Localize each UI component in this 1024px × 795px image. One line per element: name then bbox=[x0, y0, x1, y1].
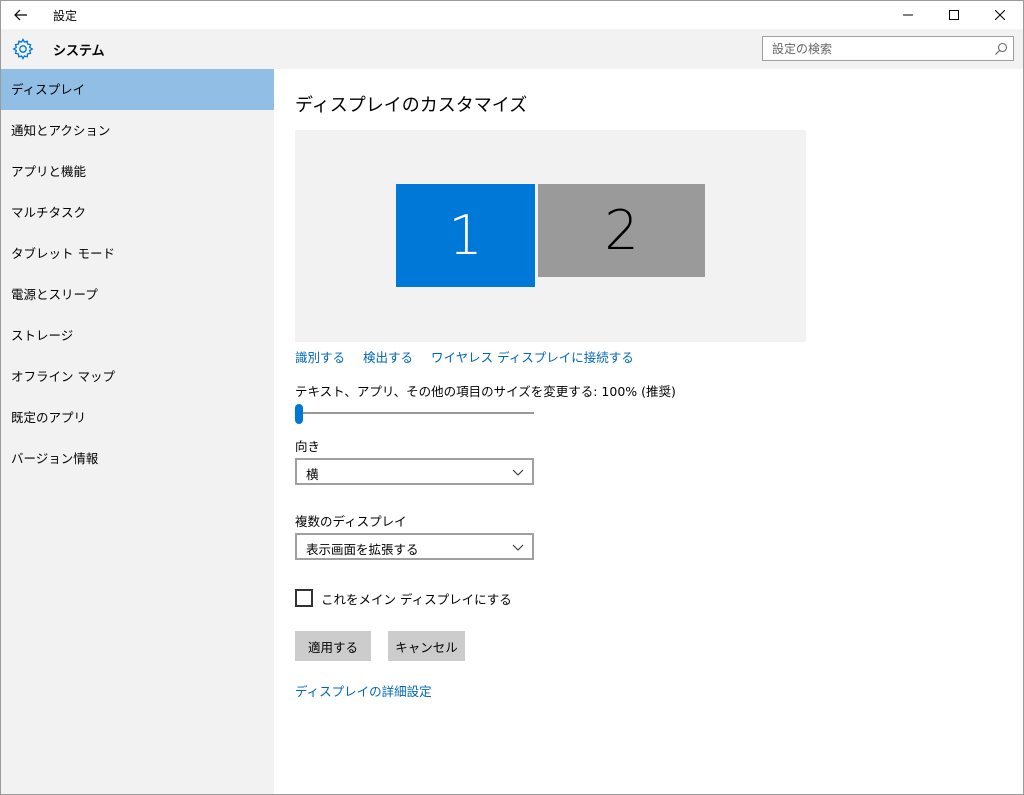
main-content: ディスプレイのカスタマイズ 1 2 識別する 検出する ワイヤレス ディスプレイ… bbox=[274, 69, 1023, 794]
minimize-icon bbox=[903, 14, 913, 16]
orientation-dropdown[interactable]: 横 bbox=[295, 458, 534, 485]
maximize-icon bbox=[949, 10, 959, 20]
search-box[interactable] bbox=[762, 36, 1014, 61]
close-button[interactable] bbox=[977, 1, 1023, 29]
sidebar-item-about[interactable]: バージョン情報 bbox=[1, 438, 274, 479]
search-input[interactable] bbox=[763, 37, 989, 60]
sidebar-nav: ディスプレイ 通知とアクション アプリと機能 マルチタスク タブレット モード … bbox=[1, 69, 274, 479]
sidebar-item-tablet-mode[interactable]: タブレット モード bbox=[1, 233, 274, 274]
cancel-button[interactable]: キャンセル bbox=[388, 631, 465, 661]
back-button[interactable] bbox=[1, 1, 41, 29]
scale-slider[interactable] bbox=[295, 403, 534, 425]
slider-track bbox=[295, 412, 534, 414]
sidebar-header: システム bbox=[1, 29, 274, 69]
detect-link[interactable]: 検出する bbox=[363, 350, 413, 365]
multiple-displays-dropdown[interactable]: 表示画面を拡張する bbox=[295, 533, 534, 560]
multiple-displays-value: 表示画面を拡張する bbox=[306, 542, 419, 557]
back-arrow-icon bbox=[14, 9, 27, 21]
sidebar-item-display[interactable]: ディスプレイ bbox=[1, 69, 274, 110]
main-display-checkbox-label: これをメイン ディスプレイにする bbox=[321, 591, 512, 607]
gear-icon bbox=[12, 38, 34, 60]
identify-link[interactable]: 識別する bbox=[295, 350, 345, 365]
advanced-display-settings-link[interactable]: ディスプレイの詳細設定 bbox=[295, 681, 432, 700]
chevron-down-icon bbox=[512, 544, 524, 551]
scale-label: テキスト、アプリ、その他の項目のサイズを変更する: 100% (推奨) bbox=[295, 384, 676, 399]
orientation-label: 向き bbox=[295, 439, 321, 454]
monitor-1[interactable]: 1 bbox=[396, 184, 535, 287]
main-display-option[interactable]: これをメイン ディスプレイにする bbox=[295, 588, 512, 608]
page-title: ディスプレイのカスタマイズ bbox=[295, 95, 528, 116]
chevron-down-icon bbox=[512, 469, 524, 476]
wireless-display-link[interactable]: ワイヤレス ディスプレイに接続する bbox=[431, 350, 634, 365]
app-title: 設定 bbox=[53, 9, 78, 23]
multiple-displays-label: 複数のディスプレイ bbox=[295, 514, 407, 529]
settings-window: 設定 システム ディスプレイ 通知とアクション アプリと機能 マルチタスク タブ… bbox=[0, 0, 1024, 795]
minimize-button[interactable] bbox=[885, 1, 931, 29]
display-arrangement: 1 2 bbox=[295, 130, 806, 342]
sidebar-item-apps[interactable]: アプリと機能 bbox=[1, 151, 274, 192]
sidebar: システム ディスプレイ 通知とアクション アプリと機能 マルチタスク タブレット… bbox=[1, 29, 274, 794]
title-bar: 設定 bbox=[1, 1, 1023, 29]
sidebar-item-storage[interactable]: ストレージ bbox=[1, 315, 274, 356]
sidebar-item-multitasking[interactable]: マルチタスク bbox=[1, 192, 274, 233]
display-links: 識別する 検出する ワイヤレス ディスプレイに接続する bbox=[295, 347, 648, 366]
main-display-checkbox[interactable] bbox=[295, 589, 313, 607]
sidebar-item-power-sleep[interactable]: 電源とスリープ bbox=[1, 274, 274, 315]
close-icon bbox=[995, 10, 1005, 20]
slider-thumb[interactable] bbox=[295, 404, 303, 424]
maximize-button[interactable] bbox=[931, 1, 977, 29]
monitor-2[interactable]: 2 bbox=[538, 184, 705, 277]
sidebar-item-offline-maps[interactable]: オフライン マップ bbox=[1, 356, 274, 397]
orientation-value: 横 bbox=[306, 467, 319, 482]
section-title: システム bbox=[53, 44, 105, 59]
apply-button[interactable]: 適用する bbox=[295, 631, 371, 661]
sidebar-item-notifications[interactable]: 通知とアクション bbox=[1, 110, 274, 151]
search-icon[interactable] bbox=[994, 42, 1008, 56]
sidebar-item-default-apps[interactable]: 既定のアプリ bbox=[1, 397, 274, 438]
